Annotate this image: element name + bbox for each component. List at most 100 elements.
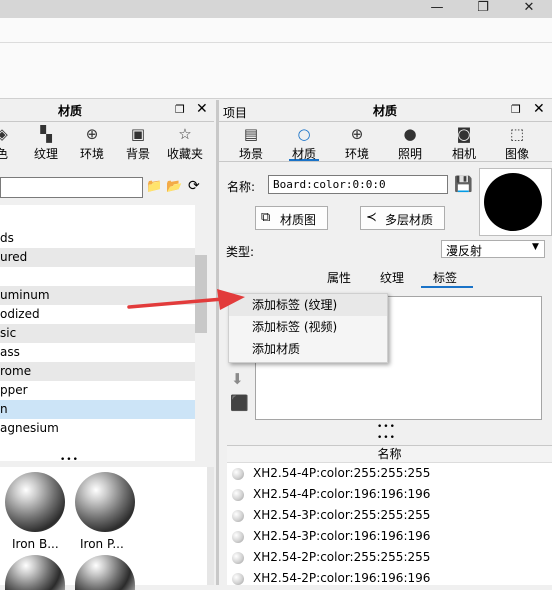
color-icon: ◈ — [0, 125, 8, 143]
close-icon[interactable]: ✕ — [196, 101, 208, 117]
crop-icon: ⬚ — [509, 125, 525, 143]
name-label: 名称: — [227, 180, 256, 194]
close-icon[interactable]: ✕ — [533, 101, 545, 117]
multilayer-material-button[interactable]: ≺ 多层材质 — [360, 206, 445, 230]
table-row[interactable]: XH2.54-4P:color:196:196:196 — [227, 484, 552, 505]
menu-item-add-material[interactable]: 添加材质 — [229, 338, 387, 360]
list-item[interactable]: agnesium — [0, 419, 195, 438]
thumbnail-label: Iron P... — [80, 537, 124, 551]
thumbnail-scrollbar[interactable] — [207, 467, 214, 585]
tab-scene[interactable]: ▤ 场景 — [236, 125, 266, 162]
materials-table: 名称 XH2.54-4P:color:255:255:255 XH2.54-4P… — [227, 445, 552, 585]
texture-icon: ▚ — [40, 125, 52, 143]
chevron-down-icon: ▼ — [532, 242, 539, 252]
material-name: XH2.54-3P:color:255:255:255 — [253, 508, 431, 522]
right-panel-header: 项目 材质 ❐ ✕ — [219, 100, 552, 122]
tab-label: 纹理 — [33, 147, 58, 161]
material-ball-icon — [232, 468, 244, 480]
list-item[interactable]: sic — [0, 324, 195, 343]
tab-underline — [219, 161, 552, 162]
tab-environment[interactable]: ⊕ 环境 — [76, 125, 108, 162]
material-name: XH2.54-2P:color:196:196:196 — [253, 571, 431, 585]
list-item[interactable]: ass — [0, 343, 195, 362]
right-panel-title: 材质 — [373, 104, 398, 118]
import-folder-icon[interactable]: 📂 — [166, 179, 182, 194]
tab-label: 色 — [0, 147, 8, 161]
globe-icon: ⊕ — [350, 125, 364, 143]
tab-texture[interactable]: ▚ 纹理 — [30, 125, 62, 162]
float-icon[interactable]: ❐ — [511, 103, 521, 116]
name-field[interactable] — [268, 175, 448, 194]
list-item[interactable]: ured — [0, 248, 195, 267]
minimize-button[interactable]: — — [414, 0, 460, 18]
material-name: XH2.54-2P:color:255:255:255 — [253, 550, 431, 564]
material-ball-icon — [232, 573, 244, 585]
tab-material[interactable]: ○ 材质 — [289, 125, 319, 161]
refresh-icon[interactable]: ⟳ — [188, 178, 200, 194]
type-value: 漫反射 — [446, 244, 483, 258]
splitter-handle[interactable]: ••• — [377, 422, 396, 432]
tab-label: 材质 — [291, 147, 316, 161]
table-row[interactable]: XH2.54-3P:color:196:196:196 — [227, 526, 552, 547]
list-item-selected[interactable]: n — [0, 400, 195, 419]
material-graph-label: 材质图 — [280, 213, 317, 227]
type-dropdown[interactable]: 漫反射 ▼ — [441, 240, 545, 258]
material-graph-button[interactable]: ⧉ 材质图 — [255, 206, 328, 230]
tab-camera[interactable]: ◙ 相机 — [449, 125, 479, 162]
star-icon: ☆ — [178, 125, 192, 143]
camera-icon: ◙ — [456, 125, 472, 143]
list-item[interactable]: ds — [0, 229, 195, 248]
image-icon: ▣ — [130, 125, 146, 143]
splitter-handle[interactable]: ••• — [60, 455, 79, 465]
material-ball-icon — [232, 489, 244, 501]
subtab-labels[interactable]: 标签 — [433, 269, 457, 286]
thumbnail-label: Iron B... — [12, 537, 59, 551]
tab-background[interactable]: ▣ 背景 — [122, 125, 154, 162]
list-item[interactable]: pper — [0, 381, 195, 400]
tab-label: 背景 — [125, 147, 150, 161]
search-input[interactable] — [0, 177, 143, 198]
table-row[interactable]: XH2.54-3P:color:255:255:255 — [227, 505, 552, 526]
table-row[interactable]: XH2.54-2P:color:196:196:196 — [227, 568, 552, 589]
material-ball-icon — [232, 552, 244, 564]
tab-lighting[interactable]: ● 照明 — [395, 125, 425, 162]
thumbnail-iron-brushed[interactable] — [5, 472, 65, 532]
tab-label: 场景 — [238, 147, 263, 161]
delete-label-icon[interactable]: ⬛ — [230, 394, 249, 412]
table-header-name[interactable]: 名称 — [227, 446, 552, 463]
float-icon[interactable]: ❐ — [175, 103, 185, 116]
tab-image[interactable]: ⬚ 图像 — [502, 125, 532, 162]
multilayer-label: 多层材质 — [385, 213, 434, 227]
list-item[interactable]: rome — [0, 362, 195, 381]
table-row[interactable]: XH2.54-2P:color:255:255:255 — [227, 547, 552, 568]
restore-button[interactable]: ❐ — [460, 0, 506, 18]
move-down-icon[interactable]: ⬇ — [231, 370, 244, 388]
left-panel-header: 材质 ❐ ✕ — [0, 100, 214, 122]
globe-icon: ⊕ — [85, 125, 99, 143]
material-name: XH2.54-4P:color:196:196:196 — [253, 487, 431, 501]
menu-item-add-texture-label[interactable]: 添加标签 (纹理) — [229, 294, 387, 316]
table-row[interactable]: XH2.54-4P:color:255:255:255 — [227, 463, 552, 484]
list-item[interactable] — [0, 267, 195, 286]
type-label: 类型: — [226, 245, 255, 259]
material-icon: ○ — [297, 125, 311, 143]
context-menu: 添加标签 (纹理) 添加标签 (视频) 添加材质 — [228, 293, 388, 363]
save-icon[interactable]: 💾 — [454, 175, 473, 193]
menu-bar — [0, 18, 552, 43]
bulb-icon: ● — [403, 125, 417, 143]
subtab-texture[interactable]: 纹理 — [380, 269, 404, 286]
tab-environment[interactable]: ⊕ 环境 — [342, 125, 372, 162]
tab-color[interactable]: ◈ 色 — [0, 125, 14, 162]
close-window-button[interactable]: ✕ — [506, 0, 552, 18]
subtab-properties[interactable]: 属性 — [327, 269, 351, 286]
ribbon-area — [0, 43, 552, 99]
add-folder-icon[interactable]: 📁 — [146, 179, 162, 194]
splitter-handle[interactable]: ••• — [377, 433, 396, 443]
tab-label: 环境 — [344, 147, 369, 161]
menu-item-add-video-label[interactable]: 添加标签 (视频) — [229, 316, 387, 338]
tab-label: 环境 — [79, 147, 104, 161]
thumbnail-iron-polished[interactable] — [75, 472, 135, 532]
tab-favorites[interactable]: ☆ 收藏夹 — [164, 125, 206, 162]
material-name: XH2.54-4P:color:255:255:255 — [253, 466, 431, 480]
